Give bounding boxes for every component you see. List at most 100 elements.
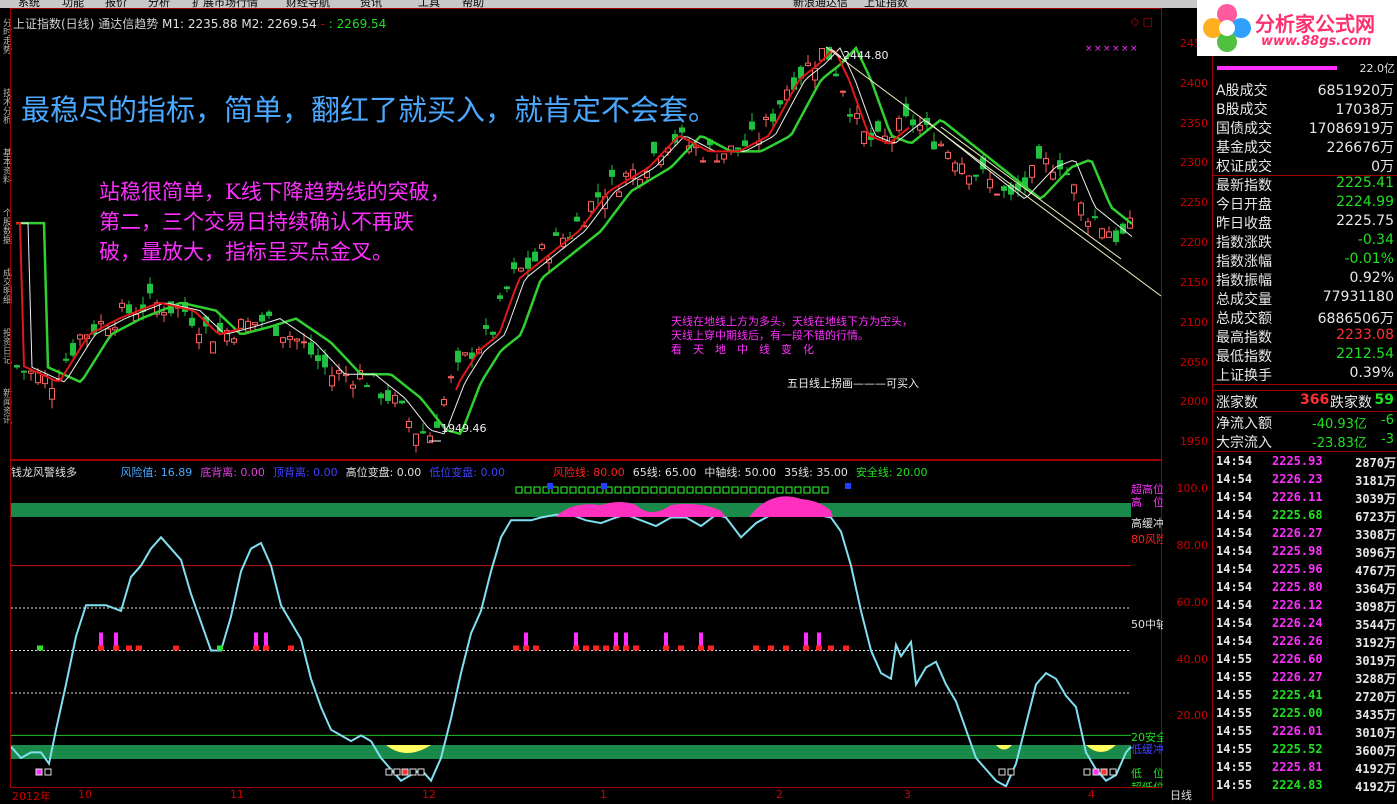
- menu-item-system[interactable]: 系统: [18, 0, 40, 8]
- tick-price: 2225.93: [1272, 454, 1323, 468]
- small-note-annotation: 天线在地线上方为多头，天线在地线下方为空头， 天线上穿中期线后，有一段不错的行情…: [671, 315, 913, 357]
- indicator-item: 风险值: 16.89: [120, 466, 193, 479]
- up-value: 366: [1300, 392, 1330, 408]
- corner-marks[interactable]: ◇ □: [1131, 15, 1153, 28]
- candle-body: [847, 114, 853, 117]
- candle-body: [294, 338, 300, 342]
- x-tick: 2012年: [12, 790, 51, 803]
- y-tick: 2300: [1180, 156, 1208, 169]
- y-tick: 2150: [1180, 276, 1208, 289]
- indicator-item: 65线: 65.00: [632, 466, 697, 479]
- tick-volume: 2870万: [1355, 456, 1396, 470]
- candle-body: [840, 90, 846, 93]
- high-hump: [556, 496, 833, 517]
- top-square: [677, 486, 685, 494]
- menu-item-finance-nav[interactable]: 财经导航: [286, 0, 330, 8]
- bottom-square: [998, 768, 1006, 776]
- candle-body: [455, 350, 461, 363]
- stat-label: 最新指数: [1216, 178, 1272, 194]
- bottom-square: [409, 768, 417, 776]
- signal-marker: [126, 645, 132, 651]
- tick-row: 14:54 2226.24 3544万: [1216, 616, 1396, 634]
- indicator-axis: 100.0 80.00 60.00 40.00 20.00: [1162, 460, 1212, 791]
- top-square: [632, 486, 640, 494]
- tab-intraday[interactable]: 分时走势: [0, 18, 11, 54]
- stat-value: 2212.54: [1336, 346, 1394, 362]
- stat-label: 最高指数: [1216, 330, 1272, 346]
- candle-body: [763, 116, 769, 121]
- signal-spike: [817, 632, 821, 646]
- tab-trade-details[interactable]: 成交明细: [0, 268, 11, 304]
- top-square: [695, 486, 703, 494]
- stat-value: 2233.08: [1336, 327, 1394, 343]
- bottom-square: [1092, 768, 1100, 776]
- top-square: [569, 486, 577, 494]
- candle-body: [350, 384, 356, 389]
- flow-label: 净流入额: [1216, 416, 1272, 432]
- menu-item-quote[interactable]: 报价: [105, 0, 127, 8]
- signal-spike: [264, 632, 268, 646]
- stat-label: B股成交: [1216, 102, 1268, 118]
- candle-body: [1106, 231, 1112, 238]
- tick-time: 14:55: [1216, 760, 1253, 774]
- candle-body: [854, 113, 860, 119]
- candle-body: [245, 320, 251, 332]
- tab-technical[interactable]: 技术分析: [0, 88, 11, 124]
- candle-body: [553, 232, 559, 236]
- tick-price: 2225.52: [1272, 742, 1323, 756]
- menu-item-news[interactable]: 资讯: [360, 0, 382, 8]
- tick-volume: 3544万: [1355, 618, 1396, 632]
- y-tick: 100.0: [1176, 482, 1209, 495]
- candle-body: [98, 320, 104, 325]
- tick-list[interactable]: 14:54 2225.93 2870万 14:54 2226.23 3181万 14:54 2…: [1213, 452, 1397, 801]
- candle-body: [378, 393, 384, 399]
- tick-time: 14:54: [1216, 598, 1253, 612]
- signal-marker: [217, 645, 223, 651]
- note-line: 站稳很简单，K线下降趋势线的突破，: [99, 180, 451, 204]
- candle-body: [406, 420, 412, 428]
- tick-price: 2226.26: [1272, 634, 1323, 648]
- m3-value: 2269.54: [336, 17, 387, 31]
- kline-chart[interactable]: × × × × × × 上证指数(日线) 通达信趋势 M1: 2235.88 M2: 22…: [10, 8, 1162, 460]
- note-annotation: 站稳很简单，K线下降趋势线的突破， 第二，三个交易日持续确认不再跌 破，量放大，…: [99, 177, 451, 267]
- stat-value: 6851920万: [1317, 83, 1394, 99]
- stat-value: 2225.41: [1336, 175, 1394, 191]
- stat-value: 6886506万: [1317, 311, 1394, 327]
- candle-body: [385, 390, 391, 401]
- indicator-item: 中轴线: 50.00: [704, 466, 777, 479]
- candle-body: [126, 304, 132, 314]
- five-day-note: 五日线上拐画———可买入: [787, 377, 919, 390]
- x-mark: ×: [1112, 44, 1120, 54]
- candle-body: [21, 370, 27, 373]
- tick-volume: 2720万: [1355, 690, 1396, 704]
- tab-invest-diary[interactable]: 投资日记: [0, 328, 11, 364]
- stat-label: 权证成交: [1216, 159, 1272, 175]
- menu-item-help[interactable]: 帮助: [462, 0, 484, 8]
- bottom-square: [417, 768, 425, 776]
- chart-header: 上证指数(日线) 通达信趋势 M1: 2235.88 M2: 2269.54 -…: [13, 17, 387, 31]
- menu-item-analysis[interactable]: 分析: [148, 0, 170, 8]
- candle-body: [49, 387, 55, 400]
- candle-body: [1092, 216, 1098, 219]
- candle-body: [504, 286, 510, 290]
- x-tick: 12: [422, 788, 436, 801]
- top-square: [812, 486, 820, 494]
- tab-news[interactable]: 新闻资讯: [0, 388, 11, 424]
- signal-marker: [613, 645, 619, 651]
- flow-value: -23.83亿: [1312, 436, 1367, 451]
- menu-item-function[interactable]: 功能: [62, 0, 84, 8]
- stat-label: 总成交量: [1216, 292, 1272, 308]
- tab-stock-data[interactable]: 个股数据: [0, 208, 11, 244]
- tick-time: 14:54: [1216, 634, 1253, 648]
- tab-fundamentals[interactable]: 基本资料: [0, 148, 11, 184]
- tick-price: 2225.98: [1272, 544, 1323, 558]
- signal-spike: [524, 632, 528, 646]
- indicator-level-label: 低缓冲: [1131, 743, 1163, 756]
- candle-body: [280, 337, 286, 343]
- menu-item-tools[interactable]: 工具: [418, 0, 440, 8]
- top-square: [767, 486, 775, 494]
- candle-body: [588, 201, 594, 212]
- menu-item-ext-market[interactable]: 扩展市场行情: [192, 0, 258, 8]
- tick-volume: 3039万: [1355, 492, 1396, 506]
- indicator-chart[interactable]: 钱龙风警线多 风险值: 16.89 底背离: 0.00 顶背离: 0.00 高位变盘:…: [10, 460, 1163, 791]
